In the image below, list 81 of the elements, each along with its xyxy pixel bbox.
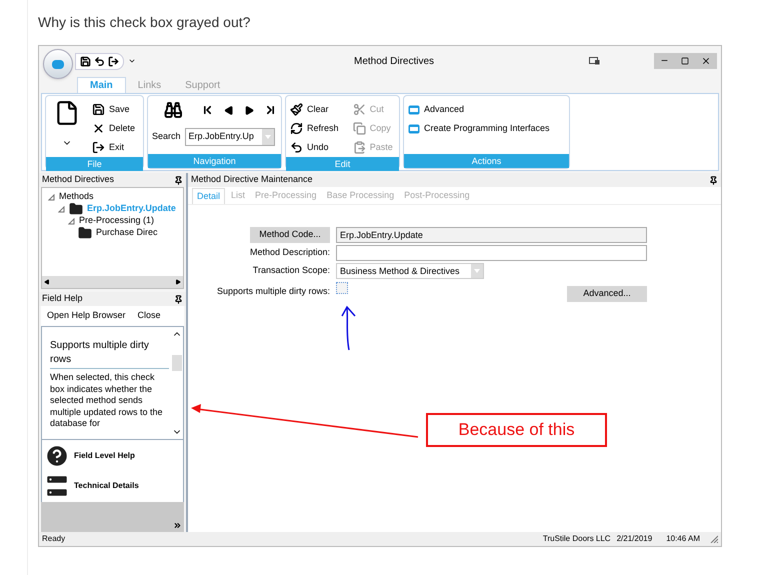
- save-icon: [92, 103, 105, 116]
- scroll-thumb[interactable]: [172, 355, 182, 371]
- tree-item[interactable]: Methods: [59, 190, 94, 204]
- ribbon-item[interactable]: Delete: [92, 119, 136, 138]
- callout-text: Because of this: [426, 413, 607, 447]
- form-icon: [408, 124, 420, 134]
- paste-icon: [352, 141, 366, 154]
- undo-icon: [290, 141, 303, 154]
- ribbon-item[interactable]: Save: [92, 100, 136, 119]
- pin-icon[interactable]: [174, 176, 183, 184]
- exit-icon: [92, 141, 105, 154]
- next-record-icon[interactable]: [244, 104, 254, 116]
- tree-item[interactable]: Purchase Direc: [96, 226, 158, 240]
- ribbon-item[interactable]: Undo: [290, 138, 329, 157]
- group-title: Actions: [404, 154, 569, 168]
- help-icon: [44, 443, 70, 469]
- maximize-icon[interactable]: [681, 57, 689, 65]
- group-title: Edit: [286, 157, 399, 171]
- advanced-button[interactable]: Advanced...: [567, 286, 647, 302]
- help-section[interactable]: Field Level Help: [42, 443, 183, 469]
- expand-icon[interactable]: [58, 206, 65, 212]
- window-title: Method Directives: [354, 54, 434, 68]
- scroll-right-icon[interactable]: [175, 279, 181, 285]
- status-text: Ready: [42, 533, 66, 545]
- expand-icon[interactable]: [68, 218, 75, 224]
- customize-caret-icon[interactable]: [128, 57, 136, 65]
- description-field[interactable]: [336, 245, 647, 261]
- status-time: 10:46 AM: [666, 533, 700, 545]
- server-icon: [44, 473, 70, 499]
- copy-icon: [352, 122, 366, 135]
- close-icon[interactable]: [701, 56, 711, 66]
- help-link[interactable]: Close: [138, 309, 161, 323]
- tree-row[interactable]: Purchase Direc: [78, 227, 183, 239]
- tree-row[interactable]: Methods: [48, 191, 183, 203]
- panel-title: Field Help: [42, 292, 83, 306]
- exit-icon[interactable]: [108, 56, 119, 66]
- pin-icon[interactable]: [174, 294, 183, 304]
- method-code-field[interactable]: Erp.JobEntry.Update: [336, 227, 647, 243]
- folder-icon: [69, 202, 83, 216]
- refresh-icon: [290, 122, 303, 135]
- panel-title: Method Directive Maintenance: [191, 173, 313, 186]
- field-label: Supports multiple dirty rows:: [216, 285, 330, 298]
- horizontal-scrollbar[interactable]: [42, 276, 183, 288]
- folder-icon: [78, 226, 92, 240]
- scroll-left-icon[interactable]: [44, 279, 50, 285]
- more-icon[interactable]: [173, 521, 182, 530]
- panel-title: Method Directives: [42, 173, 114, 186]
- ribbon-item[interactable]: Create Programming Interfaces: [408, 119, 565, 138]
- ribbon-item[interactable]: Clear: [290, 100, 329, 119]
- clear-icon: [290, 103, 303, 116]
- tree-item[interactable]: Pre-Processing (1): [79, 214, 154, 228]
- binoculars-icon[interactable]: [164, 100, 183, 120]
- help-text: When selected, this check box indicates whether the selected method sends multiple updated rows to the database for: [50, 372, 164, 430]
- cut-icon: [352, 103, 366, 116]
- resize-grip-icon[interactable]: [710, 535, 718, 543]
- help-section[interactable]: Technical Details: [42, 473, 183, 499]
- ribbon-item[interactable]: Refresh: [290, 119, 339, 138]
- company-name: TruStile Doors LLC: [542, 533, 611, 545]
- pin-icon[interactable]: [709, 176, 718, 184]
- search-label[interactable]: Search: [152, 130, 181, 144]
- expand-icon[interactable]: [48, 194, 55, 200]
- ribbon-item[interactable]: Advanced: [408, 100, 565, 119]
- help-link[interactable]: Open Help Browser: [47, 309, 126, 323]
- previous-record-icon[interactable]: [224, 104, 234, 116]
- ribbon-item[interactable]: Exit: [92, 138, 136, 157]
- help-heading: Supports multiple dirty rows: [50, 339, 169, 369]
- hand-drawn-arrow: [341, 306, 356, 350]
- monitor-icon[interactable]: [589, 57, 600, 65]
- group-title: Navigation: [148, 154, 281, 168]
- save-icon[interactable]: [80, 56, 91, 66]
- group-title: File: [46, 157, 143, 171]
- question-text: Why is this check box grayed out?: [38, 13, 252, 32]
- field-label: Transaction Scope:: [252, 264, 330, 278]
- status-date: 2/21/2019: [616, 533, 652, 545]
- field-label: Method Description:: [248, 246, 330, 260]
- undo-icon[interactable]: [94, 56, 105, 66]
- method-code-button[interactable]: Method Code...: [250, 227, 330, 243]
- delete-icon: [92, 122, 105, 135]
- tree-row[interactable]: Pre-Processing (1): [68, 215, 183, 227]
- form-icon: [408, 104, 420, 114]
- app-orb-icon[interactable]: [43, 49, 73, 79]
